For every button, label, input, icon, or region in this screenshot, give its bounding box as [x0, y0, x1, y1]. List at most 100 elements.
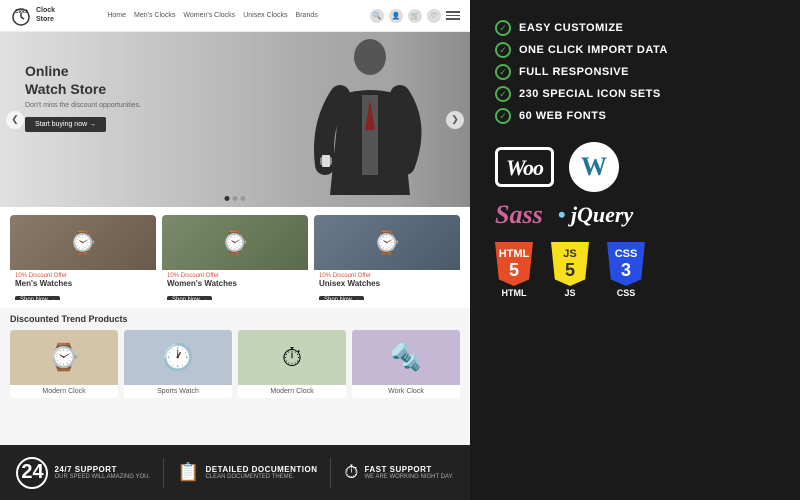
clock-logo-icon: Clock [10, 5, 32, 27]
hero-title: OnlineWatch Store [25, 62, 141, 98]
hero-dot-3[interactable] [241, 196, 246, 201]
hero-text: OnlineWatch Store Don't miss the discoun… [25, 62, 141, 132]
tech-logos: Woo W Sass • jQuery HTML 5 HTML [495, 142, 775, 298]
categories-section: ⌚ 10% Discount Offer Men's Watches Shop … [0, 207, 470, 308]
search-icon[interactable]: 🔍 [370, 9, 384, 23]
wordpress-logo: W [569, 142, 619, 192]
hero-person [290, 32, 450, 207]
docs-feature: 📋 DETAILED DOCUMENTION CLEAN DOCUMENTED … [177, 462, 318, 483]
womens-name: Women's Watches [167, 279, 303, 288]
woocommerce-logo: Woo [495, 147, 554, 187]
category-unisex: ⌚ 10% Discount Offer Unisex Watches Shop… [314, 215, 460, 300]
hero-dot-1[interactable] [225, 196, 230, 201]
check-icon-2: ✓ [495, 64, 511, 80]
user-icon[interactable]: 👤 [389, 9, 403, 23]
hero-dot-2[interactable] [233, 196, 238, 201]
womens-info: 10% Discount Offer Women's Watches Shop … [162, 270, 308, 300]
products-section: Discounted Trend Products ⌚ Modern Clock… [0, 308, 470, 445]
heart-icon[interactable]: ♡ [427, 9, 441, 23]
nav-mens[interactable]: Men's Clocks [134, 12, 175, 19]
nav-brands[interactable]: Brands [296, 12, 318, 19]
products-row: ⌚ Modern Clock 🕐 Sports Watch ⏱ Modern C… [10, 330, 460, 398]
mens-name: Men's Watches [15, 279, 151, 288]
unisex-info: 10% Discount Offer Unisex Watches Shop N… [314, 270, 460, 300]
js-badge: JS 5 JS [551, 242, 589, 298]
feature-label-4: 60 WEB FONTS [519, 110, 606, 122]
person-silhouette [310, 35, 430, 205]
jquery-logo: • jQuery [558, 202, 634, 228]
svg-text:Clock: Clock [15, 9, 29, 15]
product-1-image: 🕐 [124, 330, 232, 385]
docs-title: DETAILED DOCUMENTION [205, 465, 317, 474]
css3-label: CSS [617, 288, 636, 298]
products-section-title: Discounted Trend Products [10, 314, 460, 324]
fastsupport-sub: WE ARE WORKING NIGHT DAY. [364, 474, 453, 480]
product-0-name: Modern Clock [14, 388, 114, 395]
feature-label-0: EASY CUSTOMIZE [519, 22, 623, 34]
divider-2 [330, 458, 331, 488]
js-shape: JS 5 [551, 242, 589, 286]
nav-unisex[interactable]: Unisex Clocks [243, 12, 287, 19]
check-icon-0: ✓ [495, 20, 511, 36]
mens-shop-button[interactable]: Shop Now → [15, 296, 60, 301]
mens-info: 10% Discount Offer Men's Watches Shop No… [10, 270, 156, 300]
product-1-name: Sports Watch [128, 388, 228, 395]
fastsupport-title: FAST SUPPORT [364, 465, 453, 474]
feature-1: ✓ ONE CLICK IMPORT DATA [495, 42, 775, 58]
product-0-image: ⌚ [10, 330, 118, 385]
feature-3: ✓ 230 SPECIAL ICON SETS [495, 86, 775, 102]
category-mens: ⌚ 10% Discount Offer Men's Watches Shop … [10, 215, 156, 300]
support-sub: OUR SPEED WILL AMAZING YOU. [54, 474, 150, 480]
navigation: Clock Clock Store Home Men's Clocks Wome… [0, 0, 470, 32]
css3-shape: CSS 3 [607, 242, 645, 286]
product-3-image: 🔩 [352, 330, 460, 385]
feature-4: ✓ 60 WEB FONTS [495, 108, 775, 124]
womens-image: ⌚ [162, 215, 308, 270]
feature-label-3: 230 SPECIAL ICON SETS [519, 88, 661, 100]
mens-image: ⌚ [10, 215, 156, 270]
product-0: ⌚ Modern Clock [10, 330, 118, 398]
check-icon-3: ✓ [495, 86, 511, 102]
nav-links: Home Men's Clocks Women's Clocks Unisex … [63, 12, 362, 19]
product-1: 🕐 Sports Watch [124, 330, 232, 398]
woo-wp-row: Woo W [495, 142, 775, 192]
logo-text: Clock Store [36, 7, 55, 24]
product-2: ⏱ Modern Clock [238, 330, 346, 398]
feature-label-2: FULL RESPONSIVE [519, 66, 629, 78]
check-icon-1: ✓ [495, 42, 511, 58]
product-2-image: ⏱ [238, 330, 346, 385]
hero-next-button[interactable]: ❯ [446, 111, 464, 129]
support-feature: 24 24/7 SUPPORT OUR SPEED WILL AMAZING Y… [16, 457, 150, 489]
fastsupport-feature: ⏱ FAST SUPPORT WE ARE WORKING NIGHT DAY. [344, 462, 453, 483]
divider-1 [163, 458, 164, 488]
unisex-image: ⌚ [314, 215, 460, 270]
sass-logo: Sass [495, 200, 543, 230]
24-icon: 24 [16, 457, 48, 489]
hero-cta-button[interactable]: Start buying now → [25, 117, 106, 132]
support-text: 24/7 SUPPORT OUR SPEED WILL AMAZING YOU. [54, 465, 150, 480]
docs-sub: CLEAN DOCUMENTED THEME. [205, 474, 317, 480]
html5-label: HTML [502, 288, 527, 298]
fastsupport-text: FAST SUPPORT WE ARE WORKING NIGHT DAY. [364, 465, 453, 480]
fastsupport-icon: ⏱ [344, 462, 358, 483]
nav-home[interactable]: Home [107, 12, 126, 19]
left-panel: Clock Clock Store Home Men's Clocks Wome… [0, 0, 470, 500]
feature-2: ✓ FULL RESPONSIVE [495, 64, 775, 80]
product-3-name: Work Clock [356, 388, 456, 395]
feature-0: ✓ EASY CUSTOMIZE [495, 20, 775, 36]
unisex-name: Unisex Watches [319, 279, 455, 288]
product-2-name: Modern Clock [242, 388, 342, 395]
menu-icon[interactable] [446, 11, 460, 20]
feature-list: ✓ EASY CUSTOMIZE ✓ ONE CLICK IMPORT DATA… [495, 20, 775, 124]
hero-prev-button[interactable]: ❮ [6, 111, 24, 129]
js-label: JS [564, 288, 575, 298]
cart-icon[interactable]: 🛒 [408, 9, 422, 23]
unisex-shop-button[interactable]: Shop Now → [319, 296, 364, 301]
womens-shop-button[interactable]: Shop Now → [167, 296, 212, 301]
hero-indicators [225, 196, 246, 201]
css3-badge: CSS 3 CSS [607, 242, 645, 298]
bottom-bar: 24 24/7 SUPPORT OUR SPEED WILL AMAZING Y… [0, 445, 470, 500]
nav-actions: 🔍 👤 🛒 ♡ [370, 9, 460, 23]
nav-womens[interactable]: Women's Clocks [183, 12, 235, 19]
logo: Clock Clock Store [10, 5, 55, 27]
